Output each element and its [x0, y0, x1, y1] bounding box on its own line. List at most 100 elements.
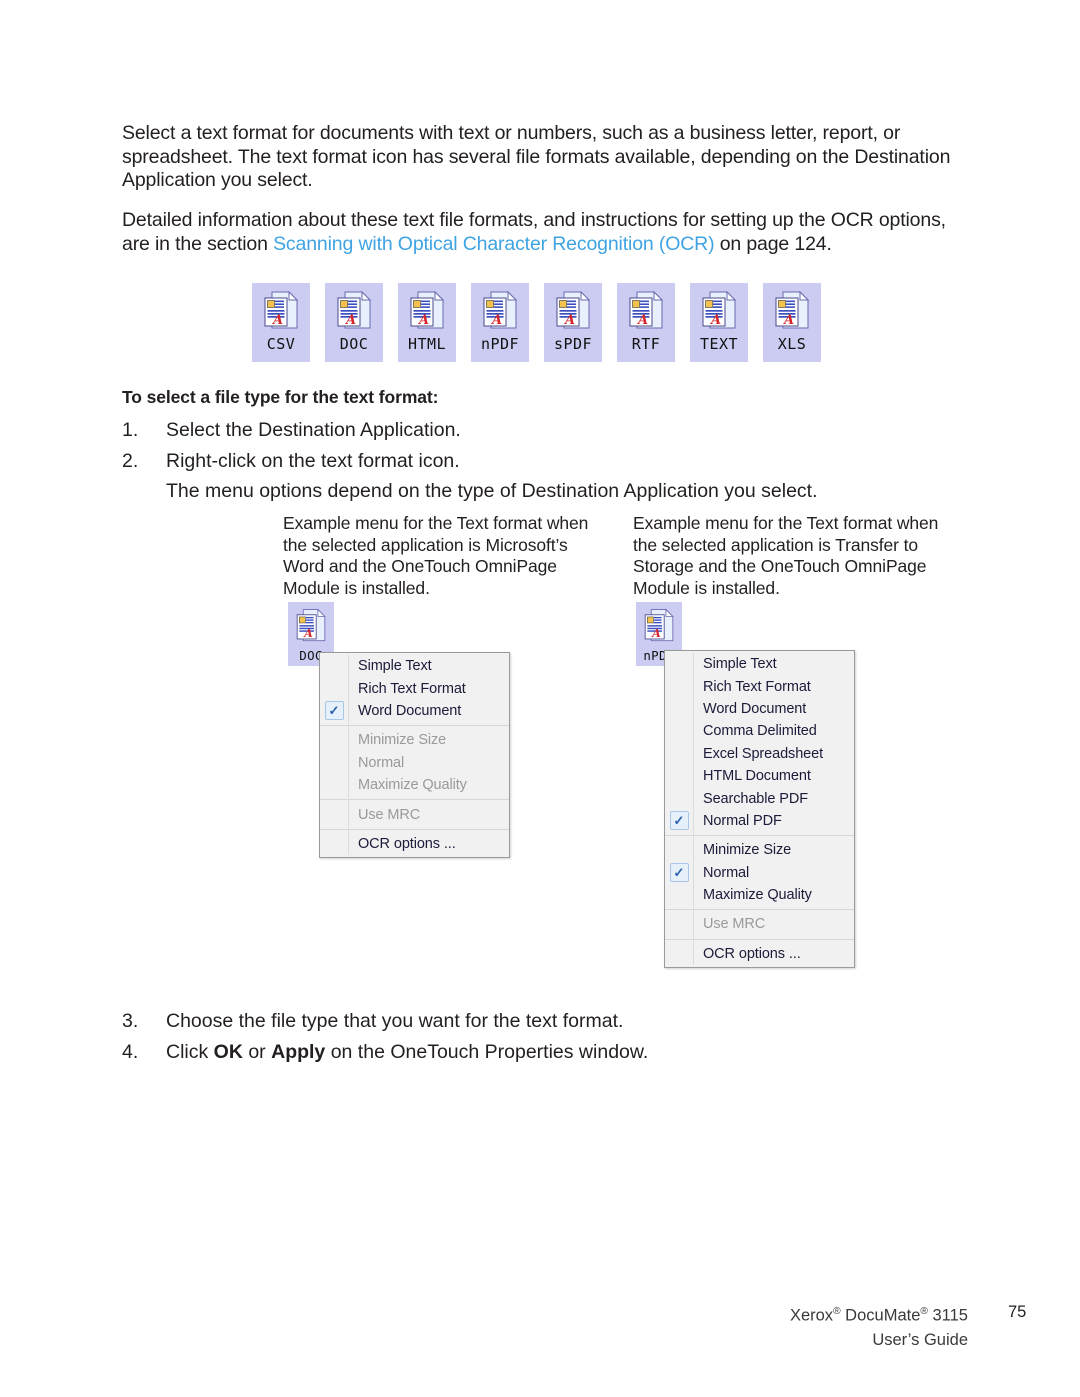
- menu-item-comma-delimited[interactable]: Comma Delimited: [665, 720, 854, 742]
- checkmark-icon: ✓: [669, 863, 689, 883]
- menu-item-maximize-quality: Maximize Quality: [320, 774, 509, 796]
- menu-item-rich-text-format[interactable]: Rich Text Format: [665, 675, 854, 697]
- page-number: 75: [1007, 1303, 1027, 1321]
- list-item-text: Click OK or Apply on the OneTouch Proper…: [166, 1041, 962, 1065]
- menu-item-label: Use MRC: [703, 916, 766, 933]
- file-format-icon-npdf[interactable]: A nPDF: [471, 283, 529, 362]
- text-document-icon: A: [697, 288, 741, 334]
- list-item-number: 1.: [122, 419, 139, 441]
- file-format-icon-label: XLS: [777, 335, 807, 353]
- file-format-icon-rtf[interactable]: A RTF: [617, 283, 675, 362]
- footer-guide-line: User’s Guide: [872, 1330, 968, 1349]
- menu-item-label: OCR options ...: [358, 835, 456, 852]
- menu-item-label: Word Document: [358, 702, 462, 719]
- file-format-icon-text[interactable]: A TEXT: [690, 283, 748, 362]
- menu-item-label: Rich Text Format: [703, 678, 811, 695]
- file-format-icon-label: HTML: [407, 335, 447, 353]
- menu-item-ocr-options[interactable]: OCR options ...: [665, 943, 854, 965]
- menu-item-label: Excel Spreadsheet: [703, 745, 824, 762]
- text-document-icon: A: [640, 606, 678, 646]
- file-format-icon-label: nPDF: [480, 335, 520, 353]
- list-item-text: Choose the file type that you want for t…: [166, 1010, 624, 1032]
- menu-item-label: HTML Document: [703, 768, 811, 785]
- list-item-number: 3.: [122, 1010, 139, 1032]
- checkmark-icon: ✓: [324, 701, 344, 721]
- menu-item-normal-pdf[interactable]: ✓ Normal PDF: [665, 810, 854, 832]
- list-item: 1. Select the Destination Application.: [122, 419, 962, 443]
- file-format-icon-label: sPDF: [553, 335, 593, 353]
- file-format-icon-csv[interactable]: A CSV: [252, 283, 310, 362]
- text-document-icon: A: [770, 288, 814, 334]
- menu-item-label: OCR options ...: [703, 945, 801, 962]
- footer-product2: DocuMate: [840, 1306, 921, 1325]
- menu-item-normal[interactable]: ✓ Normal: [665, 862, 854, 884]
- svg-text:A: A: [782, 313, 794, 328]
- svg-text:A: A: [709, 313, 721, 328]
- menu-item-label: Comma Delimited: [703, 723, 817, 740]
- menu-item-searchable-pdf[interactable]: Searchable PDF: [665, 787, 854, 809]
- menu-check-slot: ✓: [665, 863, 693, 883]
- list-item-number: 4.: [122, 1040, 139, 1063]
- file-format-icon-label: CSV: [266, 335, 296, 353]
- text-document-icon: A: [292, 606, 330, 646]
- menu-check-slot: ✓: [320, 701, 348, 721]
- file-format-icon-strip: A CSV A DOC A HTML A nPDF A sPDF A RTF A…: [252, 283, 821, 362]
- menu-item-minimize-size[interactable]: Minimize Size: [665, 839, 854, 861]
- menu-item-excel-spreadsheet[interactable]: Excel Spreadsheet: [665, 743, 854, 765]
- procedure-list-top: 1. Select the Destination Application. 2…: [122, 419, 962, 504]
- list-item-text-part: or: [242, 1040, 272, 1063]
- text-document-icon: A: [478, 288, 522, 334]
- text-document-icon: A: [259, 288, 303, 334]
- svg-text:A: A: [636, 313, 648, 328]
- menu-item-rich-text-format[interactable]: Rich Text Format: [320, 677, 509, 699]
- context-menu-left[interactable]: Simple Text Rich Text Format ✓ Word Docu…: [319, 652, 510, 859]
- list-item-text-part: on the OneTouch Properties window.: [325, 1040, 649, 1063]
- list-item: 3. Choose the file type that you want fo…: [122, 1010, 962, 1034]
- procedure-list-bottom: 3. Choose the file type that you want fo…: [122, 1010, 962, 1071]
- svg-text:A: A: [563, 313, 575, 328]
- file-format-icon-spdf[interactable]: A sPDF: [544, 283, 602, 362]
- list-item: 2. Right-click on the text format icon.: [122, 450, 962, 474]
- menu-item-label: Normal: [358, 754, 405, 771]
- menu-item-label: Maximize Quality: [358, 777, 467, 794]
- context-menu-right[interactable]: Simple Text Rich Text Format Word Docume…: [664, 650, 855, 969]
- file-format-icon-label: RTF: [631, 335, 661, 353]
- footer-product-line: Xerox® DocuMate® 3115: [790, 1300, 968, 1328]
- svg-text:A: A: [344, 313, 356, 328]
- menu-item-word-document[interactable]: Word Document: [665, 698, 854, 720]
- text-document-icon: A: [551, 288, 595, 334]
- footer-product: Xerox: [789, 1306, 834, 1325]
- menu-item-label: Searchable PDF: [703, 790, 808, 807]
- svg-text:A: A: [417, 313, 429, 328]
- menu-item-maximize-quality[interactable]: Maximize Quality: [665, 884, 854, 906]
- file-format-icon-doc[interactable]: A DOC: [325, 283, 383, 362]
- list-item-text: Right-click on the text format icon.: [166, 449, 460, 472]
- menu-item-html-document[interactable]: HTML Document: [665, 765, 854, 787]
- paragraph-intro: Select a text format for documents with …: [122, 122, 951, 191]
- caption-right: Example menu for the Text format when th…: [633, 513, 939, 598]
- file-format-icon-label: DOC: [339, 335, 369, 353]
- caption-left: Example menu for the Text format when th…: [283, 513, 589, 598]
- menu-item-minimize-size: Minimize Size: [320, 729, 509, 751]
- menu-item-word-document[interactable]: ✓ Word Document: [320, 700, 509, 722]
- menu-item-normal: Normal: [320, 752, 509, 774]
- text-document-icon: A: [624, 288, 668, 334]
- list-item-subtext: The menu options depend on the type of D…: [166, 480, 818, 502]
- menu-item-ocr-options[interactable]: OCR options ...: [320, 833, 509, 855]
- menu-item-simple-text[interactable]: Simple Text: [320, 655, 509, 677]
- list-item-text: Select the Destination Application.: [166, 419, 461, 441]
- list-item-text-part: Click: [166, 1040, 214, 1063]
- file-format-icon-label: TEXT: [699, 335, 739, 353]
- section-heading: To select a file type for the text forma…: [122, 387, 439, 407]
- menu-item-label: Simple Text: [358, 658, 432, 675]
- apply-button-reference: Apply: [271, 1040, 326, 1063]
- menu-item-label: Normal: [703, 864, 750, 881]
- menu-item-simple-text[interactable]: Simple Text: [665, 653, 854, 675]
- file-format-icon-xls[interactable]: A XLS: [763, 283, 821, 362]
- svg-text:A: A: [651, 626, 661, 640]
- menu-item-label: Word Document: [703, 700, 807, 717]
- menu-item-label: Minimize Size: [358, 732, 447, 749]
- file-format-icon-html[interactable]: A HTML: [398, 283, 456, 362]
- menu-item-label: Use MRC: [358, 806, 421, 823]
- cross-reference-link[interactable]: Scanning with Optical Character Recognit…: [273, 233, 714, 255]
